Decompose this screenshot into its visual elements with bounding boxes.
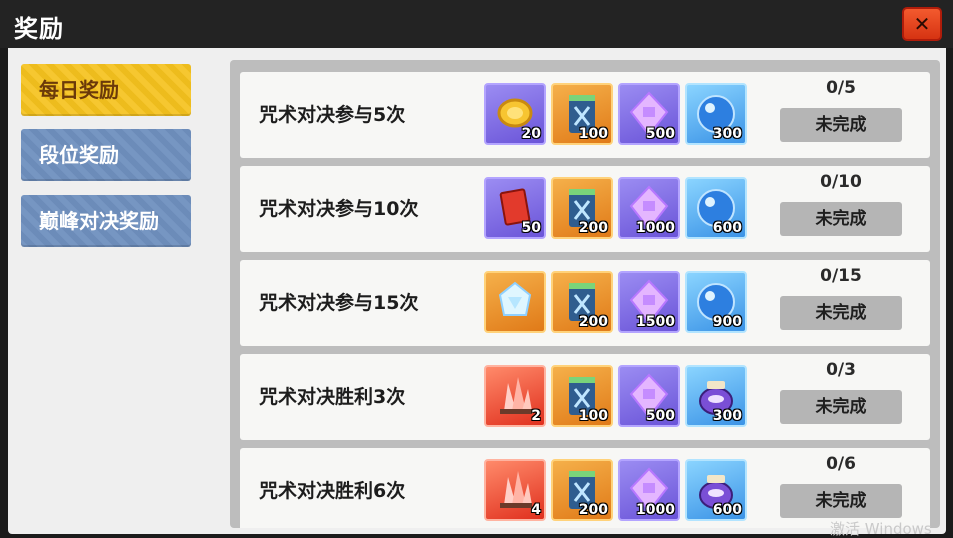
task-row: 咒术对决参与5次 20 100 500 300 0/5 未完成	[240, 72, 930, 158]
reward-rainbow-crystal[interactable]	[484, 271, 546, 333]
reward-ticket[interactable]: 200	[551, 177, 613, 239]
reward-blue-orb[interactable]: 900	[685, 271, 747, 333]
reward-qty: 100	[578, 126, 608, 142]
reward-qty: 300	[712, 408, 742, 424]
reward-gold-coin[interactable]: 20	[484, 83, 546, 145]
task-row: 咒术对决胜利6次 4 200 1000 600 0/6 未完成	[240, 448, 930, 528]
reward-qty: 100	[578, 408, 608, 424]
reward-purple-jar[interactable]: 300	[685, 365, 747, 427]
reward-blue-orb[interactable]: 600	[685, 177, 747, 239]
task-progress: 0/6	[826, 454, 856, 474]
rainbow-crystal-icon	[498, 281, 532, 316]
reward-qty: 300	[712, 126, 742, 142]
task-name: 咒术对决胜利6次	[259, 480, 406, 502]
task-row: 咒术对决参与15次 200 1500 900 0/15 未完成	[240, 260, 930, 346]
windows-activation-watermark: 激活 Windows	[830, 520, 932, 538]
reward-blue-orb[interactable]: 300	[685, 83, 747, 145]
reward-qty: 500	[645, 126, 675, 142]
reward-ticket[interactable]: 200	[551, 271, 613, 333]
task-name: 咒术对决参与5次	[259, 104, 406, 126]
reward-qty: 200	[578, 314, 608, 330]
reward-ticket[interactable]: 100	[551, 365, 613, 427]
title-bar: 奖励 ✕	[0, 0, 953, 48]
tab-rank-reward[interactable]: 段位奖励	[21, 129, 191, 181]
reward-ticket[interactable]: 100	[551, 83, 613, 145]
reward-red-book[interactable]: 50	[484, 177, 546, 239]
reward-red-gem-cluster[interactable]: 4	[484, 459, 546, 521]
close-button[interactable]: ✕	[902, 7, 942, 41]
tab-daily-reward[interactable]: 每日奖励	[21, 64, 191, 116]
reward-qty: 600	[712, 220, 742, 236]
window-title: 奖励	[14, 15, 64, 43]
reward-qty: 900	[712, 314, 742, 330]
reward-panel: 每日奖励 段位奖励 巅峰对决奖励 咒术对决参与5次 20 100 500 300…	[8, 48, 946, 534]
task-status-button[interactable]: 未完成	[780, 484, 902, 518]
task-progress: 0/3	[826, 360, 856, 380]
task-row: 咒术对决参与10次 50 200 1000 600 0/10 未完成	[240, 166, 930, 252]
task-row: 咒术对决胜利3次 2 100 500 300 0/3 未完成	[240, 354, 930, 440]
task-list[interactable]: 咒术对决参与5次 20 100 500 300 0/5 未完成 咒术对决参与10…	[230, 60, 940, 528]
reward-purple-crystal[interactable]: 1000	[618, 177, 680, 239]
task-name: 咒术对决参与15次	[259, 292, 419, 314]
tab-peak-duel-reward[interactable]: 巅峰对决奖励	[21, 195, 191, 247]
reward-qty: 1500	[636, 314, 675, 330]
task-status-button[interactable]: 未完成	[780, 202, 902, 236]
task-name: 咒术对决胜利3次	[259, 386, 406, 408]
reward-qty: 2	[531, 408, 541, 424]
reward-qty: 1000	[636, 502, 675, 518]
reward-red-gem-cluster[interactable]: 2	[484, 365, 546, 427]
reward-purple-crystal[interactable]: 500	[618, 83, 680, 145]
task-status-button[interactable]: 未完成	[780, 108, 902, 142]
task-name: 咒术对决参与10次	[259, 198, 419, 220]
reward-purple-jar[interactable]: 600	[685, 459, 747, 521]
reward-qty: 200	[578, 220, 608, 236]
reward-qty: 500	[645, 408, 675, 424]
reward-purple-crystal[interactable]: 1000	[618, 459, 680, 521]
reward-qty: 50	[521, 220, 541, 236]
task-progress: 0/10	[820, 172, 862, 192]
task-progress: 0/5	[826, 78, 856, 98]
close-icon: ✕	[913, 12, 931, 36]
reward-ticket[interactable]: 200	[551, 459, 613, 521]
task-status-button[interactable]: 未完成	[780, 296, 902, 330]
reward-qty: 600	[712, 502, 742, 518]
reward-qty: 4	[531, 502, 541, 518]
task-status-button[interactable]: 未完成	[780, 390, 902, 424]
reward-qty: 1000	[636, 220, 675, 236]
reward-qty: 20	[521, 126, 541, 142]
reward-purple-crystal[interactable]: 500	[618, 365, 680, 427]
reward-purple-crystal[interactable]: 1500	[618, 271, 680, 333]
reward-qty: 200	[578, 502, 608, 518]
task-progress: 0/15	[820, 266, 862, 286]
